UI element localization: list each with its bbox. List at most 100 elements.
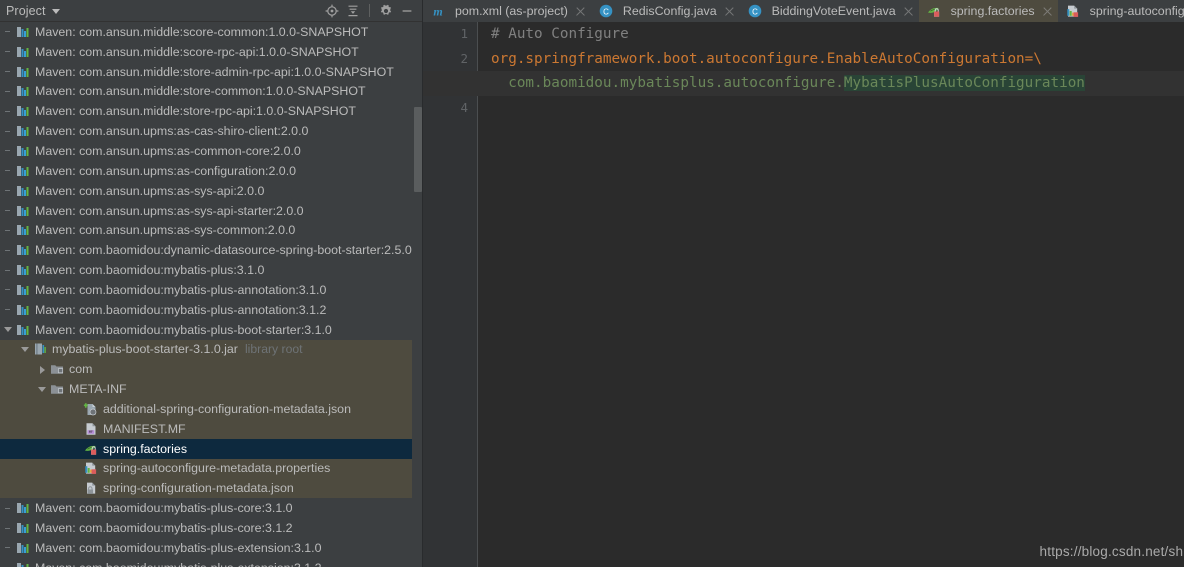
maven-library-icon [17, 284, 29, 295]
line-number: 1 [460, 26, 468, 41]
tree-indent-guide [4, 166, 13, 175]
code-editor[interactable]: 1234 # Auto Configure org.springframework… [423, 22, 1184, 567]
tree-row[interactable]: Maven: com.ansun.upms:as-configuration:2… [0, 161, 423, 181]
tree-row[interactable]: spring-configuration-metadata.json [0, 478, 423, 499]
tree-indent-guide [4, 266, 13, 275]
code-line[interactable]: # Auto Configure [491, 22, 629, 47]
tree-row[interactable]: com [0, 359, 423, 380]
tree-indent-guide [4, 504, 13, 513]
maven-library-icon [17, 205, 29, 216]
tree-item-label: Maven: com.baomidou:mybatis-plus-annotat… [35, 282, 327, 297]
maven-library-icon [17, 225, 29, 236]
tree-row[interactable]: Maven: com.ansun.upms:as-cas-shiro-clien… [0, 121, 423, 141]
minimize-icon[interactable] [397, 1, 417, 21]
code-token: com.baomidou.mybatisplus.autoconfigure. [491, 75, 844, 92]
gear-icon[interactable] [376, 1, 396, 21]
close-icon[interactable] [903, 6, 914, 17]
editor-gutter[interactable]: 1234 [423, 22, 477, 567]
maven-library-icon [17, 185, 29, 196]
jar-icon [35, 343, 46, 355]
tree-indent-guide [4, 563, 13, 567]
editor-tab[interactable]: m pom.xml (as-project) [423, 0, 591, 22]
tree-row[interactable]: Maven: com.baomidou:mybatis-plus-annotat… [0, 300, 423, 320]
tree-row[interactable]: META-INF [0, 379, 423, 400]
tree-row-selected[interactable]: spring.factories [0, 438, 423, 459]
tree-item-label: spring.factories [103, 441, 188, 456]
tree-row[interactable]: Maven: com.ansun.upms:as-sys-common:2.0.… [0, 220, 423, 240]
tree-indent-guide [4, 87, 13, 96]
editor-tab[interactable]: C RedisConfig.java [591, 0, 740, 22]
tree-row[interactable]: spring-autoconfigure-metadata.properties [0, 458, 423, 479]
maven-library-icon [17, 26, 29, 37]
tree-row[interactable]: Maven: com.ansun.upms:as-common-core:2.0… [0, 141, 423, 161]
tree-row[interactable]: mybatis-plus-boot-starter-3.1.0.jar libra… [0, 339, 423, 360]
chevron-down-icon[interactable] [21, 345, 30, 354]
tree-indent-guide [72, 424, 81, 433]
maven-library-icon [17, 86, 29, 97]
tree-item-label: MANIFEST.MF [103, 421, 186, 436]
chevron-down-icon[interactable] [38, 385, 47, 394]
tree-row[interactable]: Maven: com.baomidou:mybatis-plus:3.1.0 [0, 260, 423, 280]
tree-row[interactable]: MF MANIFEST.MF [0, 418, 423, 439]
tree-indent-guide [4, 127, 13, 136]
maven-library-icon [17, 265, 29, 276]
tree-row[interactable]: Maven: com.ansun.middle:store-admin-rpc-… [0, 62, 423, 82]
tree-indent-guide [4, 305, 13, 314]
tree-row[interactable]: Maven: com.baomidou:dynamic-datasource-s… [0, 240, 423, 260]
project-tree[interactable]: Maven: com.ansun.middle:score-common:1.0… [0, 22, 423, 567]
maven-library-icon [17, 46, 29, 57]
json-plus-icon [83, 403, 97, 416]
tree-indent-guide [4, 226, 13, 235]
svg-text:m: m [433, 4, 442, 18]
tree-indent-guide [4, 186, 13, 195]
editor-tab[interactable]: spring.factories [918, 0, 1058, 22]
tree-row[interactable]: Maven: com.baomidou:mybatis-plus-core:3.… [0, 498, 423, 518]
tree-item-label: Maven: com.baomidou:mybatis-plus:3.1.0 [35, 263, 265, 278]
code-line[interactable]: org.springframework.boot.autoconfigure.E… [491, 47, 1042, 72]
maven-library-icon [17, 562, 29, 567]
tree-row[interactable]: additional-spring-configuration-metadata… [0, 399, 423, 419]
locate-icon[interactable] [322, 1, 342, 21]
tree-indent-guide [4, 107, 13, 116]
editor-pane: m pom.xml (as-project) C RedisConfig.java C B… [423, 0, 1184, 567]
tree-row[interactable]: Maven: com.ansun.middle:store-rpc-api:1.… [0, 101, 423, 121]
tree-item-label: Maven: com.ansun.middle:store-common:1.0… [35, 84, 366, 99]
code-token: # Auto Configure [491, 26, 629, 42]
maven-library-icon [17, 523, 29, 534]
close-icon[interactable] [724, 6, 735, 17]
tree-row[interactable]: Maven: com.ansun.upms:as-sys-api:2.0.0 [0, 181, 423, 201]
tree-row[interactable]: Maven: com.baomidou:mybatis-plus-extensi… [0, 538, 423, 558]
chevron-right-icon[interactable] [38, 365, 47, 374]
tree-row[interactable]: Maven: com.ansun.middle:score-rpc-api:1.… [0, 42, 423, 62]
tree-item-label: additional-spring-configuration-metadata… [103, 401, 351, 416]
chevron-down-icon[interactable] [4, 325, 13, 334]
tree-indent-guide [4, 524, 13, 533]
tree-item-label: Maven: com.ansun.upms:as-sys-api:2.0.0 [35, 183, 265, 198]
json-lock-icon [87, 482, 96, 495]
tree-row[interactable]: Maven: com.ansun.middle:store-common:1.0… [0, 82, 423, 102]
project-tool-window: Project Maven: com.ansun.middle:score-co… [0, 0, 423, 567]
close-icon[interactable] [1042, 6, 1053, 17]
code-line[interactable]: com.baomidou.mybatisplus.autoconfigure.M… [491, 71, 1085, 96]
tree-row[interactable]: Maven: com.baomidou:mybatis-plus-core:3.… [0, 518, 423, 538]
code-token: org.springframework.boot.autoconfigure.E… [491, 50, 1042, 67]
maven-library-icon [17, 542, 29, 553]
editor-tab[interactable]: C BiddingVoteEvent.java [740, 0, 919, 22]
tree-item-label: Maven: com.ansun.middle:store-admin-rpc-… [35, 64, 394, 79]
scrollbar-thumb[interactable] [414, 107, 422, 192]
editor-tab-bar[interactable]: m pom.xml (as-project) C RedisConfig.java C B… [423, 0, 1184, 22]
chevron-down-icon[interactable] [51, 9, 60, 14]
code-selection: MybatisPlusAutoConfiguration [843, 75, 1085, 92]
tree-item-label: Maven: com.baomidou:mybatis-plus-boot-st… [35, 322, 332, 337]
tab-label: RedisConfig.java [622, 4, 717, 18]
tree-row[interactable]: Maven: com.baomidou:mybatis-plus-annotat… [0, 280, 423, 300]
tree-item-label: spring-configuration-metadata.json [103, 481, 294, 496]
tree-row[interactable]: Maven: com.ansun.upms:as-sys-api-starter… [0, 201, 423, 221]
close-icon[interactable] [575, 6, 586, 17]
tree-row[interactable]: Maven: com.baomidou:mybatis-plus-extensi… [0, 558, 423, 567]
collapse-all-icon[interactable] [343, 1, 363, 21]
line-number: 4 [460, 99, 468, 115]
tree-row[interactable]: Maven: com.ansun.middle:score-common:1.0… [0, 22, 423, 42]
tree-row[interactable]: Maven: com.baomidou:mybatis-plus-boot-st… [0, 320, 423, 340]
editor-tab[interactable]: spring-autoconfigure-me [1058, 0, 1184, 22]
